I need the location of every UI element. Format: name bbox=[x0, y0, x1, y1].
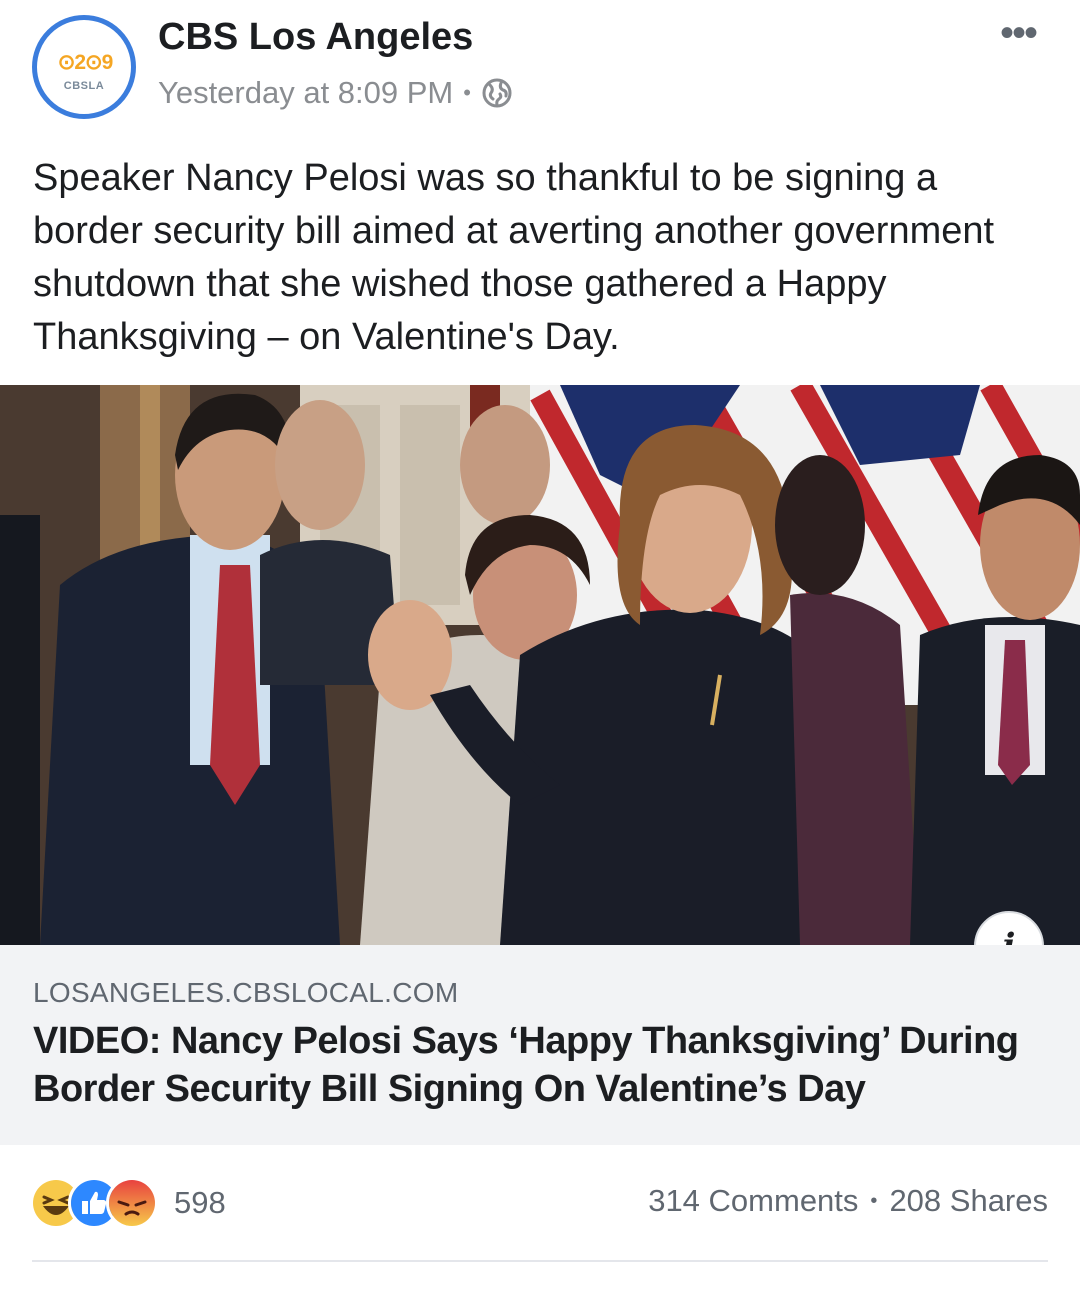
angry-icon bbox=[106, 1177, 158, 1229]
link-domain: LOSANGELES.CBSLOCAL.COM bbox=[33, 977, 459, 1008]
reaction-count[interactable]: 598 bbox=[174, 1185, 226, 1221]
avatar-logo: ⊙2⊙9 bbox=[57, 51, 114, 74]
link-headline[interactable]: VIDEO: Nancy Pelosi Says ‘Happy Thanksgi… bbox=[33, 1017, 1063, 1113]
post-timestamp[interactable]: Yesterday at 8:09 PM bbox=[158, 75, 453, 111]
photo-scene bbox=[0, 385, 1080, 945]
divider bbox=[32, 1260, 1048, 1262]
reactions-summary[interactable]: 598 bbox=[30, 1177, 226, 1229]
post-meta: Yesterday at 8:09 PM • bbox=[158, 75, 513, 111]
facebook-post: ⊙2⊙9 CBSLA CBS Los Angeles Yesterday at … bbox=[0, 0, 1080, 1295]
post-text: Speaker Nancy Pelosi was so thankful to … bbox=[33, 157, 995, 358]
post-header: ⊙2⊙9 CBSLA CBS Los Angeles Yesterday at … bbox=[0, 0, 1080, 140]
page-name[interactable]: CBS Los Angeles bbox=[158, 16, 473, 59]
link-preview[interactable]: LOSANGELES.CBSLOCAL.COM VIDEO: Nancy Pel… bbox=[0, 945, 1080, 1145]
avatar-subtext: CBSLA bbox=[63, 80, 105, 92]
link-preview-image[interactable] bbox=[0, 385, 1080, 945]
comments-count[interactable]: 314 Comments bbox=[648, 1183, 858, 1219]
counts-separator: • bbox=[870, 1189, 878, 1212]
more-options-icon[interactable]: ••• bbox=[1000, 13, 1038, 53]
social-counts: 314 Comments • 208 Shares bbox=[648, 1183, 1048, 1219]
page-avatar[interactable]: ⊙2⊙9 CBSLA bbox=[32, 15, 136, 119]
globe-icon[interactable] bbox=[481, 77, 513, 109]
meta-separator: • bbox=[463, 80, 471, 105]
shares-count[interactable]: 208 Shares bbox=[889, 1183, 1048, 1219]
